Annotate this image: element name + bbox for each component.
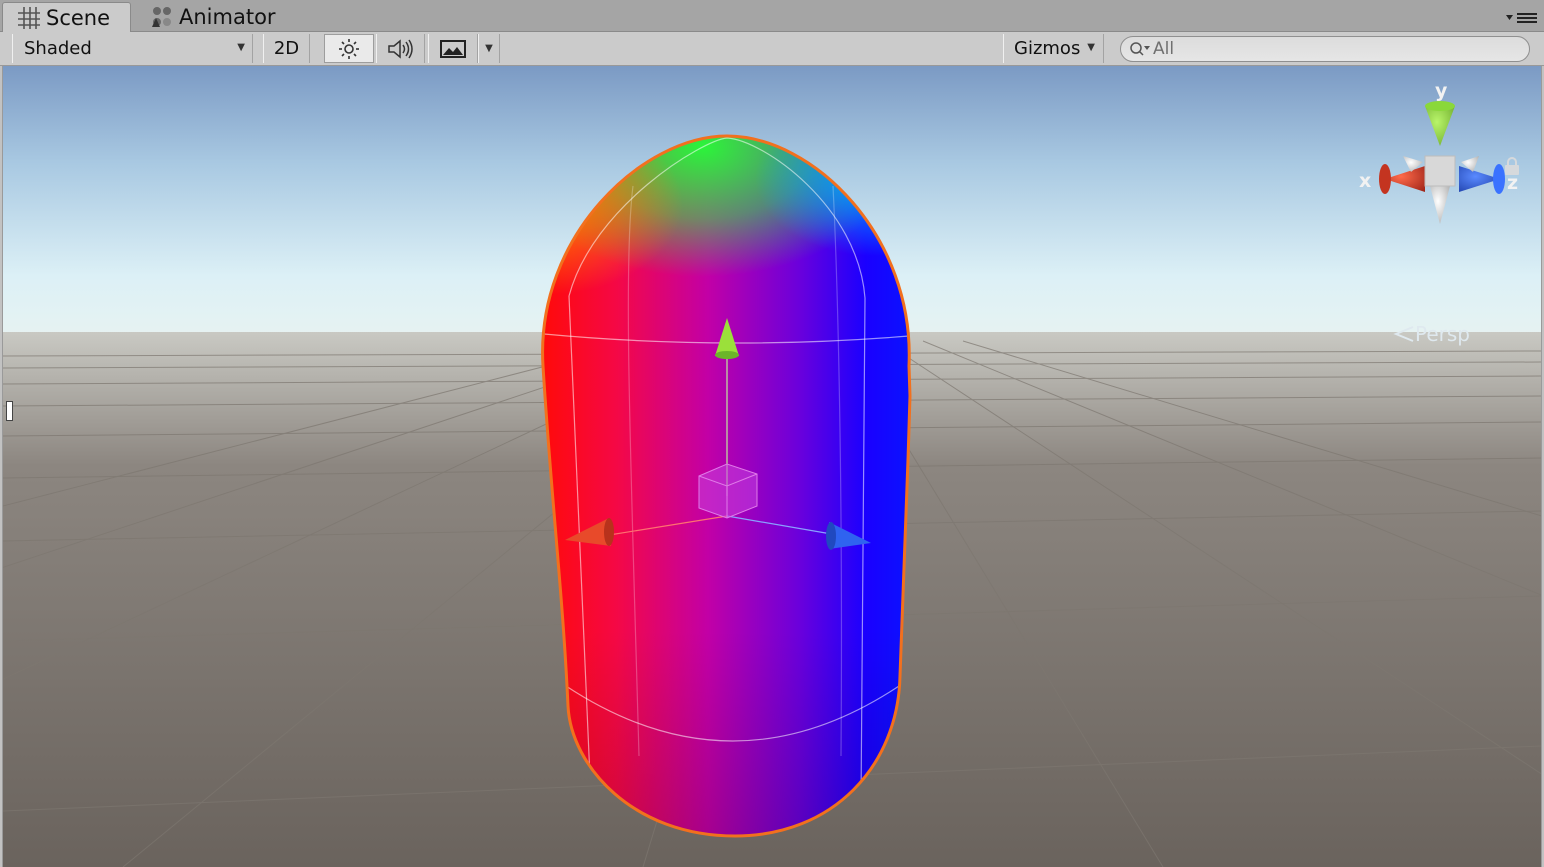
- speaker-icon: [387, 38, 413, 59]
- lock-icon[interactable]: [1504, 156, 1520, 176]
- scene-toolbar: Shaded ▼ 2D ▼ Gizmos ▼ All: [0, 32, 1544, 66]
- tab-animator-label: Animator: [179, 5, 276, 29]
- scene-effects-toggle[interactable]: [428, 34, 478, 63]
- gizmo-x-label: x: [1359, 170, 1372, 192]
- search-input[interactable]: [1153, 38, 1513, 60]
- effects-dropdown[interactable]: ▼: [478, 34, 500, 63]
- tab-scene[interactable]: Scene: [2, 2, 131, 32]
- toggle-2d-label: 2D: [273, 38, 300, 59]
- panel-resize-handle[interactable]: [6, 401, 13, 421]
- gizmo-center-cube[interactable]: [1424, 155, 1456, 187]
- window-tab-bar: Scene Animator: [0, 0, 1544, 32]
- tab-scene-label: Scene: [46, 5, 111, 30]
- scene-search[interactable]: [1120, 36, 1530, 62]
- sun-icon: [339, 38, 359, 59]
- gizmos-label: Gizmos: [1014, 38, 1081, 59]
- search-icon: [1130, 42, 1150, 56]
- chevron-down-icon: ▼: [485, 43, 493, 54]
- draw-mode-label: Shaded: [24, 38, 92, 59]
- animator-icon: [152, 7, 171, 27]
- scene-canvas[interactable]: [3, 66, 1541, 867]
- gizmo-y-label: y: [1435, 80, 1448, 102]
- center-handle-cube[interactable]: [698, 463, 758, 519]
- chevron-down-icon: ▼: [1087, 42, 1095, 53]
- chevron-left-icon: [1393, 326, 1414, 342]
- scene-lighting-toggle[interactable]: [324, 34, 374, 63]
- gizmos-dropdown[interactable]: Gizmos ▼: [1003, 34, 1104, 63]
- scene-audio-toggle[interactable]: [376, 34, 425, 63]
- draw-mode-dropdown[interactable]: Shaded ▼: [12, 34, 253, 63]
- projection-label: Persp: [1415, 322, 1470, 346]
- grid-icon: [18, 6, 40, 29]
- projection-toggle[interactable]: Persp: [1393, 322, 1470, 346]
- tab-menu-icon[interactable]: [1506, 11, 1538, 25]
- tab-animator[interactable]: Animator: [146, 2, 306, 32]
- toggle-2d-button[interactable]: 2D: [263, 34, 310, 63]
- image-icon: [440, 39, 466, 58]
- chevron-down-icon: ▼: [237, 42, 245, 53]
- scene-viewport[interactable]: y x z Persp: [2, 66, 1542, 867]
